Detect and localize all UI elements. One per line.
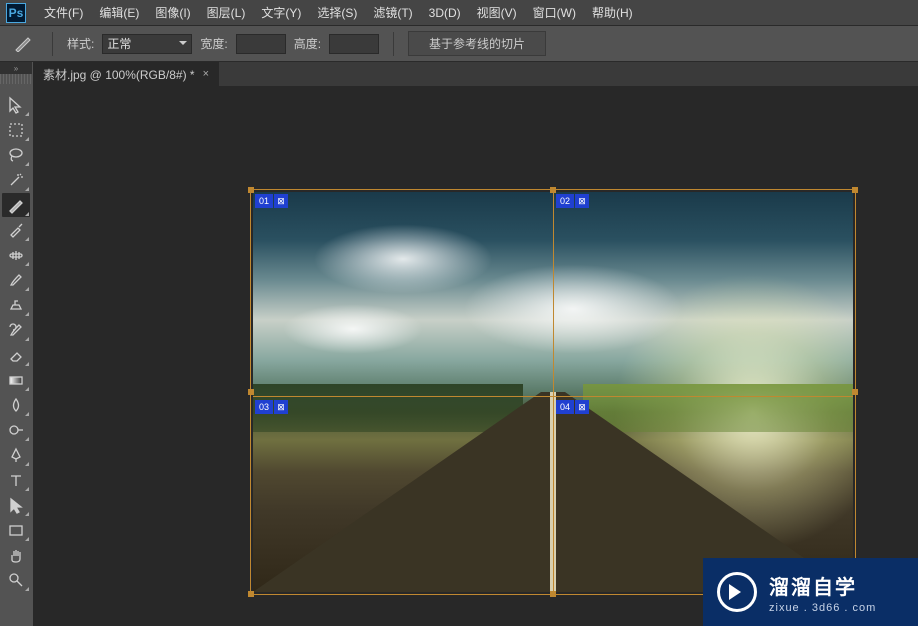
ps-logo: Ps	[6, 3, 26, 23]
resize-handle-top-right[interactable]	[852, 187, 858, 193]
resize-handle-mid-right[interactable]	[852, 389, 858, 395]
menu-file[interactable]: 文件(F)	[36, 0, 91, 26]
watermark-subtitle: zixue . 3d66 . com	[769, 602, 876, 614]
marquee-tool[interactable]	[2, 118, 30, 142]
pen-tool[interactable]	[2, 443, 30, 467]
rectangle-tool[interactable]	[2, 518, 30, 542]
blur-tool[interactable]	[2, 393, 30, 417]
resize-handle-bot-mid[interactable]	[550, 591, 556, 597]
height-input[interactable]	[329, 34, 379, 54]
magic-wand-tool[interactable]	[2, 168, 30, 192]
watermark-text: 溜溜自学 zixue . 3d66 . com	[769, 571, 876, 614]
slice-from-guides-button[interactable]: 基于参考线的切片	[408, 31, 546, 56]
document-tab-bar: 素材.jpg @ 100%(RGB/8#) * ×	[33, 62, 918, 86]
menu-edit[interactable]: 编辑(E)	[91, 0, 147, 26]
menu-view[interactable]: 视图(V)	[469, 0, 525, 26]
resize-handle-top-left[interactable]	[248, 187, 254, 193]
options-bar: 样式: 正常 宽度: 高度: 基于参考线的切片	[0, 26, 918, 62]
slice-selection-bounds	[250, 189, 856, 595]
brush-tool[interactable]	[2, 268, 30, 292]
width-input[interactable]	[236, 34, 286, 54]
document-tab-title: 素材.jpg @ 100%(RGB/8#) *	[43, 66, 195, 83]
panel-collapse-strip[interactable]: »	[0, 62, 32, 74]
separator	[393, 32, 394, 56]
dodge-tool[interactable]	[2, 418, 30, 442]
separator	[52, 32, 53, 56]
slice-tool[interactable]	[2, 193, 30, 217]
healing-brush-tool[interactable]	[2, 243, 30, 267]
document-tab[interactable]: 素材.jpg @ 100%(RGB/8#) * ×	[33, 62, 219, 86]
menu-window[interactable]: 窗口(W)	[525, 0, 584, 26]
resize-handle-top-mid[interactable]	[550, 187, 556, 193]
eyedropper-tool[interactable]	[2, 218, 30, 242]
watermark-overlay: 溜溜自学 zixue . 3d66 . com	[703, 558, 918, 626]
watermark-title: 溜溜自学	[769, 571, 876, 600]
tool-preset-picker[interactable]	[10, 33, 38, 55]
style-select[interactable]: 正常	[102, 34, 192, 54]
history-brush-tool[interactable]	[2, 318, 30, 342]
menu-3d[interactable]: 3D(D)	[421, 0, 469, 26]
style-label: 样式:	[67, 35, 94, 52]
path-select-tool[interactable]	[2, 493, 30, 517]
menu-bar: Ps 文件(F) 编辑(E) 图像(I) 图层(L) 文字(Y) 选择(S) 滤…	[0, 0, 918, 26]
clone-stamp-tool[interactable]	[2, 293, 30, 317]
menu-select[interactable]: 选择(S)	[309, 0, 365, 26]
width-label: 宽度:	[200, 35, 227, 52]
lasso-tool[interactable]	[2, 143, 30, 167]
zoom-tool[interactable]	[2, 568, 30, 592]
close-icon[interactable]: ×	[203, 68, 209, 80]
menu-layer[interactable]: 图层(L)	[199, 0, 254, 26]
height-label: 高度:	[294, 35, 321, 52]
chevron-down-icon	[179, 41, 187, 49]
toolbox-grip[interactable]	[0, 74, 32, 84]
type-tool[interactable]	[2, 468, 30, 492]
menu-help[interactable]: 帮助(H)	[584, 0, 641, 26]
toolbox	[0, 74, 32, 593]
play-icon	[717, 572, 757, 612]
double-arrow-icon: »	[14, 64, 18, 73]
move-tool[interactable]	[2, 93, 30, 117]
menu-type[interactable]: 文字(Y)	[253, 0, 309, 26]
resize-handle-mid-left[interactable]	[248, 389, 254, 395]
menu-filter[interactable]: 滤镜(T)	[365, 0, 420, 26]
hand-tool[interactable]	[2, 543, 30, 567]
canvas-viewport: 01 ⊠ 02 ⊠ 03 ⊠ 04 ⊠	[253, 192, 853, 592]
eraser-tool[interactable]	[2, 343, 30, 367]
style-value: 正常	[107, 35, 131, 52]
menu-image[interactable]: 图像(I)	[147, 0, 198, 26]
resize-handle-bot-left[interactable]	[248, 591, 254, 597]
document-area: 素材.jpg @ 100%(RGB/8#) * × 01 ⊠ 02 ⊠	[33, 62, 918, 626]
gradient-tool[interactable]	[2, 368, 30, 392]
